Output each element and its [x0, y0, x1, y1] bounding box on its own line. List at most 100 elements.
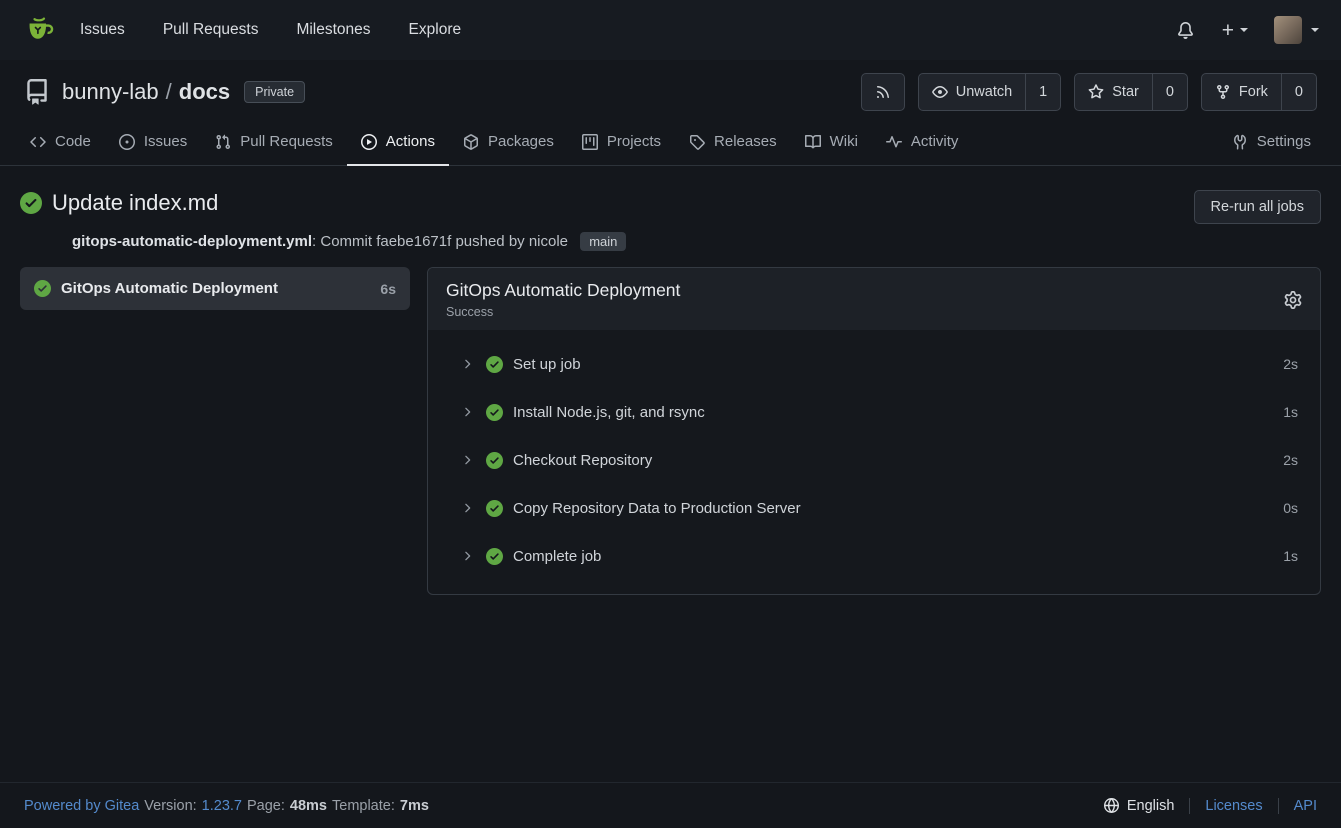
- navbar-right: +: [1177, 16, 1319, 44]
- plus-icon: +: [1222, 20, 1234, 41]
- page-time-label: Page:: [247, 798, 285, 814]
- rss-icon: [875, 84, 891, 100]
- job-detail-header: GitOps Automatic Deployment Success: [428, 268, 1320, 330]
- issue-icon: [119, 134, 135, 150]
- tab-releases[interactable]: Releases: [675, 120, 791, 166]
- job-detail-title: GitOps Automatic Deployment: [446, 280, 1284, 301]
- star-button[interactable]: Star: [1075, 74, 1152, 110]
- tab-pull-requests[interactable]: Pull Requests: [201, 120, 347, 166]
- step-row[interactable]: Complete job 1s: [428, 532, 1320, 580]
- tab-settings[interactable]: Settings: [1218, 120, 1325, 166]
- tab-label: Releases: [714, 133, 777, 150]
- footer: Powered by Gitea Version: 1.23.7 Page: 4…: [0, 782, 1341, 828]
- user-menu[interactable]: [1274, 16, 1319, 44]
- chevron-right-icon: [460, 501, 474, 515]
- repo-header: bunny-lab / docs Private Unwatch 1 Star …: [0, 60, 1341, 120]
- avatar[interactable]: [1274, 16, 1302, 44]
- commit-text: : Commit faebe1671f pushed by nicole: [312, 233, 568, 250]
- job-status-text: Success: [446, 305, 1284, 319]
- run-subtitle: gitops-automatic-deployment.yml: Commit …: [72, 233, 1321, 250]
- fork-button[interactable]: Fork: [1202, 74, 1281, 110]
- tab-wiki[interactable]: Wiki: [791, 120, 872, 166]
- pull-request-icon: [215, 134, 231, 150]
- package-icon: [463, 134, 479, 150]
- workflow-file-link[interactable]: gitops-automatic-deployment.yml: [72, 233, 312, 250]
- forks-count[interactable]: 0: [1281, 74, 1316, 110]
- unwatch-button[interactable]: Unwatch: [919, 74, 1025, 110]
- step-success-check-icon: [486, 548, 503, 565]
- step-row[interactable]: Set up job 2s: [428, 340, 1320, 388]
- gitea-teacup-icon: [23, 14, 55, 46]
- tab-packages[interactable]: Packages: [449, 120, 568, 166]
- star-button-group: Star 0: [1074, 73, 1188, 111]
- star-icon: [1088, 84, 1104, 100]
- watchers-count[interactable]: 1: [1025, 74, 1060, 110]
- rerun-all-jobs-button[interactable]: Re-run all jobs: [1194, 190, 1322, 224]
- notifications-bell-icon[interactable]: [1177, 22, 1194, 39]
- job-duration: 6s: [380, 281, 396, 297]
- repo-title-separator: /: [166, 79, 172, 105]
- branch-badge[interactable]: main: [580, 232, 626, 251]
- step-duration: 1s: [1283, 404, 1298, 420]
- step-row[interactable]: Install Node.js, git, and rsync 1s: [428, 388, 1320, 436]
- nav-item-pull-requests[interactable]: Pull Requests: [163, 13, 259, 47]
- job-options-gear-icon[interactable]: [1284, 291, 1302, 309]
- nav-item-issues[interactable]: Issues: [80, 13, 125, 47]
- language-selector[interactable]: English: [1104, 798, 1190, 814]
- tab-issues[interactable]: Issues: [105, 120, 201, 166]
- job-list-item-selected[interactable]: GitOps Automatic Deployment 6s: [20, 267, 410, 310]
- step-row[interactable]: Copy Repository Data to Production Serve…: [428, 484, 1320, 532]
- actions-run-page: Update index.md Re-run all jobs gitops-a…: [0, 166, 1341, 782]
- book-icon: [805, 134, 821, 150]
- step-name: Set up job: [513, 356, 1283, 373]
- gitea-logo[interactable]: [22, 13, 56, 47]
- fork-button-group: Fork 0: [1201, 73, 1317, 111]
- step-name: Complete job: [513, 548, 1283, 565]
- footer-links: English Licenses API: [1104, 798, 1317, 814]
- unwatch-label: Unwatch: [956, 84, 1012, 100]
- step-duration: 1s: [1283, 548, 1298, 564]
- stars-count[interactable]: 0: [1152, 74, 1187, 110]
- step-row[interactable]: Checkout Repository 2s: [428, 436, 1320, 484]
- template-time-value: 7ms: [400, 798, 429, 814]
- tab-label: Actions: [386, 133, 435, 150]
- repo-owner-link[interactable]: bunny-lab: [62, 79, 159, 105]
- nav-item-milestones[interactable]: Milestones: [296, 13, 370, 47]
- step-duration: 0s: [1283, 500, 1298, 516]
- code-icon: [30, 134, 46, 150]
- job-success-check-icon: [34, 280, 51, 297]
- tab-label: Pull Requests: [240, 133, 333, 150]
- tab-projects[interactable]: Projects: [568, 120, 675, 166]
- tab-label: Projects: [607, 133, 661, 150]
- repo-title: bunny-lab / docs: [62, 79, 230, 105]
- eye-icon: [932, 84, 948, 100]
- step-success-check-icon: [486, 356, 503, 373]
- repo-name-link[interactable]: docs: [179, 79, 230, 105]
- fork-icon: [1215, 84, 1231, 100]
- rss-button[interactable]: [862, 74, 904, 110]
- api-link[interactable]: API: [1279, 798, 1317, 814]
- tab-actions[interactable]: Actions: [347, 120, 449, 166]
- page-time-value: 48ms: [290, 798, 327, 814]
- powered-by-gitea-link[interactable]: Powered by Gitea: [24, 798, 139, 814]
- chevron-down-icon: [1240, 28, 1248, 32]
- tab-code[interactable]: Code: [16, 120, 105, 166]
- step-success-check-icon: [486, 500, 503, 517]
- project-board-icon: [582, 134, 598, 150]
- step-list: Set up job 2s Install Node.js, git, and …: [428, 330, 1320, 594]
- tab-activity[interactable]: Activity: [872, 120, 973, 166]
- create-new-menu[interactable]: +: [1222, 20, 1248, 41]
- top-navbar: Issues Pull Requests Milestones Explore …: [0, 0, 1341, 60]
- footer-info: Powered by Gitea Version: 1.23.7 Page: 4…: [24, 798, 429, 814]
- tools-icon: [1232, 134, 1248, 150]
- job-detail-panel: GitOps Automatic Deployment Success Set …: [427, 267, 1321, 595]
- fork-label: Fork: [1239, 84, 1268, 100]
- tab-label: Activity: [911, 133, 959, 150]
- licenses-link[interactable]: Licenses: [1190, 798, 1277, 814]
- nav-item-explore[interactable]: Explore: [409, 13, 462, 47]
- language-label: English: [1127, 798, 1175, 814]
- tab-label: Wiki: [830, 133, 858, 150]
- run-success-check-icon: [20, 192, 42, 214]
- version-link[interactable]: 1.23.7: [202, 798, 242, 814]
- globe-icon: [1104, 798, 1119, 813]
